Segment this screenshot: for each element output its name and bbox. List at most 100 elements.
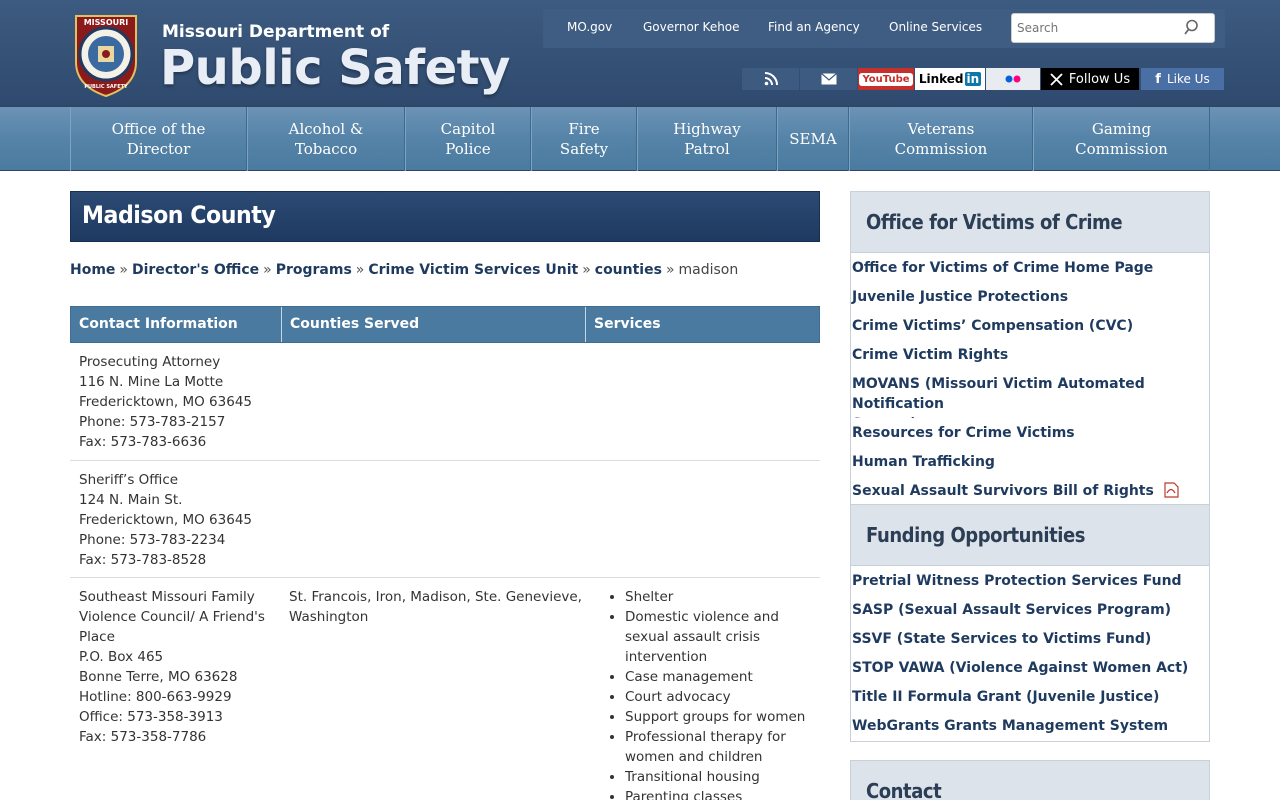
sidebar-link-label: Sexual Assault Survivors Bill of Rights (852, 483, 1154, 499)
flickr-icon (1005, 75, 1021, 83)
sidebar-link-juvenile-justice[interactable]: Juvenile Justice Protections (850, 282, 1210, 313)
contact-cell: Southeast Missouri Family Violence Counc… (71, 587, 273, 747)
services-list: Shelter Domestic violence and sexual ass… (585, 587, 805, 800)
nav-label: Gaming Commission (1075, 120, 1168, 158)
sidebar-heading-text: Funding Opportunities (866, 523, 1086, 547)
email-link[interactable] (800, 68, 857, 90)
nav-label: Alcohol & Tobacco (288, 120, 364, 158)
col-contact-information: Contact Information (71, 307, 282, 342)
contact-line: Fax: 573-783-6636 (79, 434, 207, 450)
services-cell: Shelter Domestic violence and sexual ass… (585, 587, 805, 800)
nav-fire-safety[interactable]: Fire Safety (531, 107, 637, 171)
contact-line: 116 N. Mine La Motte (79, 374, 224, 390)
sidebar-link-human-trafficking[interactable]: Human Trafficking (850, 447, 1210, 478)
nav-capitol-police[interactable]: Capitol Police (405, 107, 531, 171)
breadcrumb-programs[interactable]: Programs (276, 262, 352, 278)
counties-line: Washington (289, 609, 369, 625)
contact-line: Fax: 573-358-7786 (79, 729, 207, 745)
service-item: Case management (625, 667, 805, 687)
nav-veterans-commission[interactable]: Veterans Commission (849, 107, 1033, 171)
sidebar-heading-text: Contact (866, 779, 942, 800)
sidebar-link-pretrial-witness[interactable]: Pretrial Witness Protection Services Fun… (850, 566, 1210, 597)
link-mo-gov[interactable]: MO.gov (567, 20, 612, 34)
col-counties-served: Counties Served (282, 307, 586, 342)
breadcrumb-current: madison (678, 262, 739, 278)
search-icon[interactable] (1184, 19, 1199, 36)
link-governor[interactable]: Governor Kehoe (643, 20, 740, 34)
facebook-icon: f (1155, 71, 1161, 87)
counties-line: St. Francois, Iron, Madison, Ste. Genevi… (289, 589, 582, 605)
seal-text-bottom: PUBLIC SAFETY (84, 84, 128, 90)
facebook-like-link[interactable]: f Like Us (1141, 68, 1224, 90)
link-online-services[interactable]: Online Services (889, 20, 982, 34)
flickr-link[interactable] (986, 68, 1040, 90)
missouri-seal-logo[interactable]: MISSOURI PUBLIC SAFETY (70, 12, 142, 98)
sidebar-heading-ovc: Office for Victims of Crime (850, 191, 1210, 253)
contact-line: 124 N. Main St. (79, 492, 183, 508)
contact-line: Place (79, 629, 115, 645)
rss-link[interactable] (742, 68, 799, 90)
sidebar-heading-contact: Contact (850, 760, 1210, 800)
x-follow-link[interactable]: Follow Us (1041, 68, 1139, 90)
link-find-agency[interactable]: Find an Agency (768, 20, 860, 34)
sidebar-link-cvc[interactable]: Crime Victims’ Compensation (CVC) (850, 311, 1210, 342)
nav-label: Highway Patrol (673, 120, 741, 158)
nav-label: Fire Safety (559, 120, 609, 158)
youtube-link[interactable]: YouTube (858, 68, 914, 90)
sidebar-link-resources[interactable]: Resources for Crime Victims (850, 418, 1210, 449)
search-input[interactable] (1012, 14, 1182, 42)
sidebar-link-crime-victim-rights[interactable]: Crime Victim Rights (850, 340, 1210, 371)
linkedin-link[interactable]: Linked in (915, 68, 985, 90)
table-row: Southeast Missouri Family Violence Counc… (70, 578, 820, 800)
nav-label: Capitol Police (440, 120, 496, 158)
nav-label: Veterans Commission (894, 120, 988, 158)
contact-line: Fredericktown, MO 63645 (79, 512, 253, 528)
service-item: Domestic violence and sexual assault cri… (625, 607, 805, 667)
contact-line: Hotline: 800-663-9929 (79, 689, 232, 705)
nav-gaming-commission[interactable]: Gaming Commission (1033, 107, 1210, 171)
search-box (1011, 13, 1215, 43)
facebook-like-label: Like Us (1166, 72, 1210, 86)
sidebar-link-ssvf[interactable]: SSVF (State Services to Victims Fund) (850, 624, 1210, 655)
col-services: Services (594, 316, 661, 332)
x-follow-label: Follow Us (1068, 71, 1131, 87)
breadcrumb-counties[interactable]: counties (595, 262, 662, 278)
contact-cell: Sheriff’s Office 124 N. Main St. Frederi… (71, 470, 260, 570)
sidebar-link-ovc-home[interactable]: Office for Victims of Crime Home Page (850, 253, 1210, 284)
linkedin-text: Linked (918, 72, 964, 86)
service-item: Transitional housing (625, 767, 805, 787)
sidebar-heading-text: Office for Victims of Crime (866, 210, 1123, 234)
sidebar-link-sasp[interactable]: SASP (Sexual Assault Services Program) (850, 595, 1210, 626)
breadcrumb-home[interactable]: Home (70, 262, 115, 278)
sidebar-link-sas-bill-of-rights[interactable]: Sexual Assault Survivors Bill of Rights (850, 476, 1210, 507)
service-item: Parenting classes (625, 787, 805, 800)
nav-highway-patrol[interactable]: Highway Patrol (637, 107, 777, 171)
linkedin-icon: Linked in (918, 72, 982, 86)
contact-cell: Prosecuting Attorney 116 N. Mine La Mott… (71, 352, 260, 452)
service-item: Shelter (625, 587, 805, 607)
contact-line: Phone: 573-783-2157 (79, 414, 226, 430)
breadcrumb: Home» Director's Office» Programs» Crime Vi… (70, 262, 739, 278)
pdf-icon (1164, 482, 1179, 498)
nav-sema[interactable]: SEMA (777, 107, 849, 171)
envelope-icon (820, 73, 837, 85)
contact-line: Violence Council/ A Friend's (79, 609, 265, 625)
rss-icon (764, 72, 778, 86)
contact-line: Phone: 573-783-2234 (79, 532, 226, 548)
sidebar-link-stop-vawa[interactable]: STOP VAWA (Violence Against Women Act) (850, 653, 1210, 684)
logo-title[interactable]: Public Safety (160, 38, 510, 98)
nav-label: Office of the Director (111, 120, 206, 158)
sidebar-heading-funding: Funding Opportunities (850, 504, 1210, 566)
contact-line: Prosecuting Attorney (79, 354, 221, 370)
sidebar-link-title-ii[interactable]: Title II Formula Grant (Juvenile Justice… (850, 682, 1210, 713)
sidebar-link-webgrants[interactable]: WebGrants Grants Management System (850, 711, 1210, 742)
breadcrumb-directors-office[interactable]: Director's Office (132, 262, 259, 278)
service-item: Support groups for women (625, 707, 805, 727)
x-icon (1050, 72, 1063, 86)
contact-line: Southeast Missouri Family (79, 589, 255, 605)
breadcrumb-crime-victim-services[interactable]: Crime Victim Services Unit (368, 262, 578, 278)
nav-alcohol-tobacco[interactable]: Alcohol & Tobacco (247, 107, 405, 171)
page-title-bar: Madison County (70, 191, 820, 242)
page-title: Madison County (82, 201, 276, 229)
nav-office-director[interactable]: Office of the Director (70, 107, 247, 171)
